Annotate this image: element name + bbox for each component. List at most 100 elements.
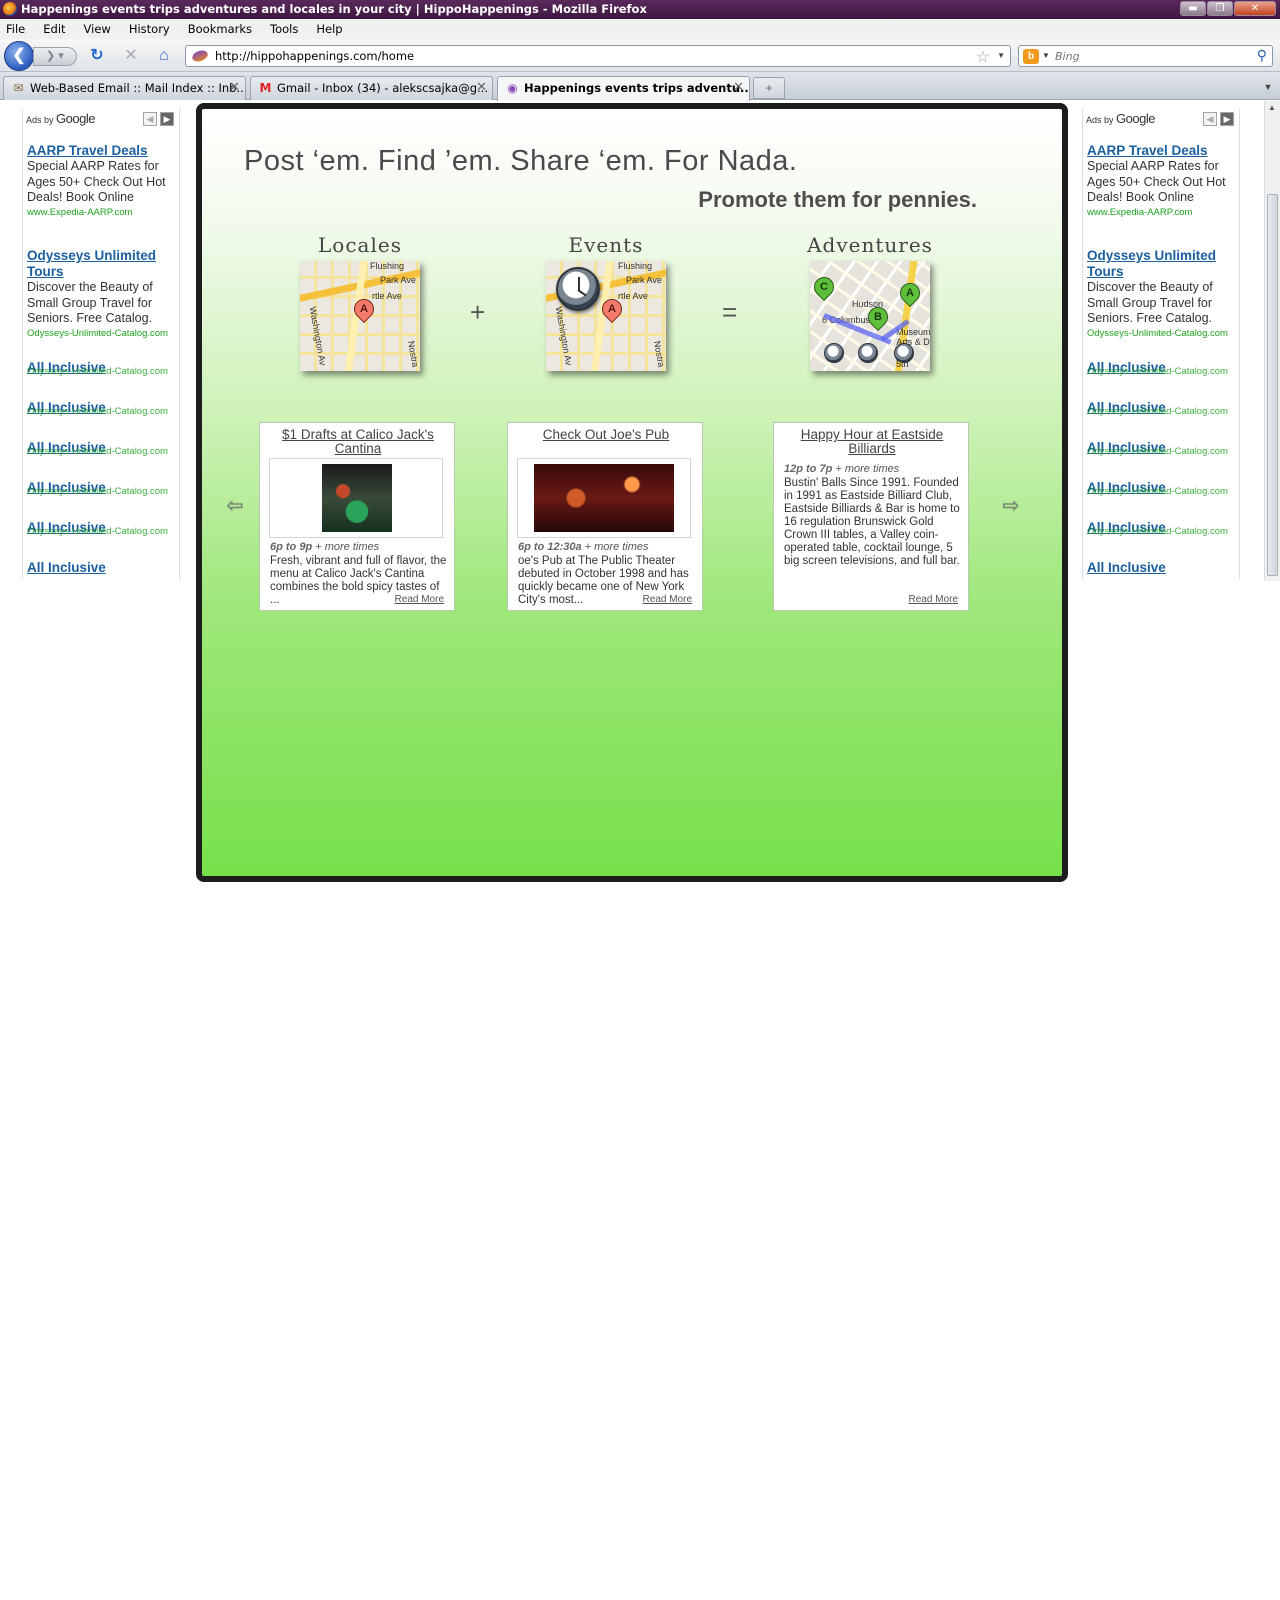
tab-list-icon[interactable]: ▼ [1260, 78, 1276, 96]
ad-url[interactable]: Odysseys-Unlimited-Catalog.com [1087, 485, 1228, 498]
ad-title[interactable]: All Inclusive [1087, 560, 1166, 576]
ad-stub[interactable]: All Inclusive Odysseys-Unlimited-Catalog.… [27, 400, 179, 430]
ad-item[interactable]: Odysseys Unlimited Tours Discover the Be… [27, 248, 179, 340]
ad-stub[interactable]: All Inclusive Odysseys-Unlimited-Catalog.… [27, 520, 179, 550]
scroll-up-icon[interactable]: ▲ [1268, 103, 1276, 112]
ad-title[interactable]: All Inclusive [27, 560, 106, 576]
street-label: Nostra [652, 340, 666, 368]
menu-history[interactable]: History [127, 22, 172, 36]
ad-url[interactable]: Odysseys-Unlimited-Catalog.com [1087, 405, 1228, 418]
ad-url[interactable]: Odysseys-Unlimited-Catalog.com [27, 327, 179, 340]
event-photo[interactable] [534, 464, 674, 532]
close-window-button[interactable]: ✕ [1234, 1, 1276, 16]
close-tab-icon[interactable]: ✕ [476, 77, 487, 99]
ad-item[interactable]: AARP Travel Deals Special AARP Rates for… [1087, 143, 1239, 219]
ad-stub[interactable]: All Inclusive Odysseys-Unlimited-Catalog.… [27, 360, 179, 390]
ad-url[interactable]: Odysseys-Unlimited-Catalog.com [27, 405, 168, 418]
ad-item[interactable]: AARP Travel Deals Special AARP Rates for… [27, 143, 179, 219]
menu-help[interactable]: Help [314, 22, 344, 36]
reload-icon[interactable]: ↻ [87, 47, 107, 65]
street-label: Park Ave [626, 275, 662, 285]
tab-webmail[interactable]: ✉ Web-Based Email :: Mail Index :: Inb..… [3, 76, 246, 100]
ad-url[interactable]: Odysseys-Unlimited-Catalog.com [27, 525, 168, 538]
menu-tools[interactable]: Tools [268, 22, 300, 36]
read-more-link[interactable]: Read More [395, 594, 444, 605]
ad-title[interactable]: Odysseys Unlimited Tours [27, 248, 179, 280]
event-photo-frame[interactable] [517, 458, 691, 538]
home-icon[interactable]: ⌂ [154, 47, 174, 65]
ad-url[interactable]: Odysseys-Unlimited-Catalog.com [27, 485, 168, 498]
event-photo[interactable] [322, 464, 392, 532]
more-times-link[interactable]: + more times [835, 463, 899, 475]
ad-stub[interactable]: All Inclusive Odysseys-Unlimited-Catalog.… [1087, 360, 1239, 390]
event-time-range: 6p to 12:30a [518, 541, 582, 553]
read-more-link[interactable]: Read More [909, 594, 958, 605]
bookmark-star-icon[interactable]: ☆ [976, 47, 990, 67]
ad-next-button[interactable]: ▶ [1220, 112, 1234, 126]
ad-title[interactable]: AARP Travel Deals [1087, 143, 1239, 159]
ad-url[interactable]: Odysseys-Unlimited-Catalog.com [1087, 365, 1228, 378]
ad-title[interactable]: AARP Travel Deals [27, 143, 179, 159]
ads-by-google-label[interactable]: Ads by Google [26, 111, 95, 126]
ad-stub[interactable]: All Inclusive Odysseys-Unlimited-Catalog.… [27, 440, 179, 470]
page-scrollbar[interactable]: ▲ [1264, 101, 1280, 581]
ad-stub[interactable]: All Inclusive Odysseys-Unlimited-Catalog.… [27, 480, 179, 510]
ad-url[interactable]: www.Expedia-AARP.com [27, 206, 179, 219]
ad-title[interactable]: Odysseys Unlimited Tours [1087, 248, 1239, 280]
maximize-button[interactable]: ❐ [1207, 1, 1233, 16]
url-text[interactable]: http://hippohappenings.com/home [215, 49, 414, 63]
menu-bookmarks[interactable]: Bookmarks [186, 22, 254, 36]
more-times-link[interactable]: + more times [315, 541, 379, 553]
tab-hippohappenings[interactable]: ◉ Happenings events trips adventu... ✕ [497, 76, 750, 101]
search-icon[interactable]: ⚲ [1257, 47, 1267, 64]
ad-stub[interactable]: All Inclusive Odysseys-Unlimited-Catalog.… [1087, 440, 1239, 470]
event-card[interactable]: Check Out Joe's Pub 6p to 12:30a + more … [507, 422, 703, 611]
ad-stub[interactable]: All Inclusive [27, 560, 179, 579]
address-bar[interactable]: http://hippohappenings.com/home ☆ ▼ [185, 45, 1011, 67]
ad-url[interactable]: Odysseys-Unlimited-Catalog.com [27, 445, 168, 458]
ad-url[interactable]: Odysseys-Unlimited-Catalog.com [1087, 445, 1228, 458]
stop-icon[interactable]: ✕ [121, 47, 141, 65]
ad-stub[interactable]: All Inclusive Odysseys-Unlimited-Catalog.… [1087, 520, 1239, 550]
minimize-button[interactable]: ▬ [1180, 1, 1206, 16]
more-times-link[interactable]: + more times [585, 541, 649, 553]
tab-gmail[interactable]: M Gmail - Inbox (34) - alekscsajka@g... … [250, 76, 493, 100]
ad-next-button[interactable]: ▶ [160, 112, 174, 126]
scrollbar-thumb[interactable] [1267, 194, 1278, 576]
url-history-dropdown-icon[interactable]: ▼ [997, 51, 1005, 60]
ads-by-google-label[interactable]: Ads by Google [1086, 111, 1155, 126]
event-photo-frame[interactable] [269, 458, 443, 538]
ad-item[interactable]: Odysseys Unlimited Tours Discover the Be… [1087, 248, 1239, 340]
ad-url[interactable]: www.Expedia-AARP.com [1087, 206, 1239, 219]
event-title-link[interactable]: Check Out Joe's Pub [514, 428, 698, 442]
back-button[interactable]: ❮ [4, 41, 34, 71]
engine-dropdown-icon[interactable]: ▼ [1042, 51, 1050, 60]
ad-stub[interactable]: All Inclusive Odysseys-Unlimited-Catalog.… [1087, 400, 1239, 430]
close-tab-icon[interactable]: ✕ [229, 77, 240, 99]
ad-prev-button[interactable]: ◀ [143, 112, 157, 126]
carousel-next-arrow-icon[interactable]: ⇨ [1002, 496, 1020, 516]
ad-prev-button[interactable]: ◀ [1203, 112, 1217, 126]
event-card[interactable]: Happy Hour at Eastside Billiards 12p to … [773, 422, 969, 611]
ad-stub[interactable]: All Inclusive [1087, 560, 1239, 579]
menu-view[interactable]: View [82, 22, 113, 36]
ad-stub[interactable]: All Inclusive Odysseys-Unlimited-Catalog.… [1087, 480, 1239, 510]
event-card[interactable]: $1 Drafts at Calico Jack's Cantina 6p to… [259, 422, 455, 611]
search-bar[interactable]: b ▼ ⚲ [1018, 45, 1273, 67]
search-input[interactable] [1053, 48, 1243, 64]
menu-edit[interactable]: Edit [41, 22, 67, 36]
menu-file[interactable]: File [4, 22, 27, 36]
forward-button[interactable]: ❯ ▾ [33, 47, 77, 66]
ad-description: Discover the Beauty of Small Group Trave… [1087, 280, 1213, 325]
ad-url[interactable]: Odysseys-Unlimited-Catalog.com [1087, 327, 1239, 340]
page-viewport: ▲ Ads by Google ◀ ▶ AARP Travel Deals Sp… [0, 101, 1280, 1600]
new-tab-button[interactable]: + [753, 77, 785, 99]
carousel-prev-arrow-icon[interactable]: ⇦ [226, 496, 244, 516]
event-title-link[interactable]: $1 Drafts at Calico Jack's Cantina [266, 428, 450, 456]
close-tab-icon[interactable]: ✕ [733, 77, 744, 99]
read-more-link[interactable]: Read More [643, 594, 692, 605]
event-title-link[interactable]: Happy Hour at Eastside Billiards [780, 428, 964, 456]
ad-url[interactable]: Odysseys-Unlimited-Catalog.com [1087, 525, 1228, 538]
search-engine-icon[interactable]: b [1023, 49, 1039, 64]
ad-url[interactable]: Odysseys-Unlimited-Catalog.com [27, 365, 168, 378]
